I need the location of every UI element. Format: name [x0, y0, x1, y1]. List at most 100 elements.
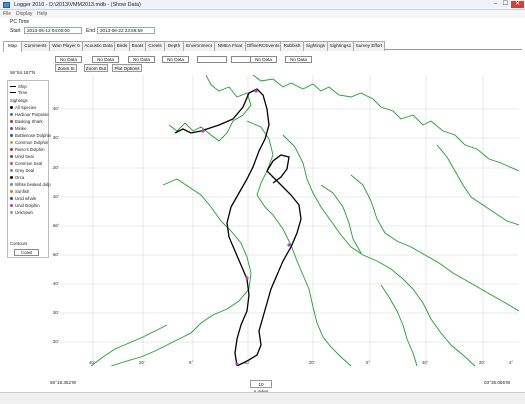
dot-icon: [10, 134, 13, 138]
dot-icon: [10, 155, 13, 159]
nodata-box: No Data: [92, 56, 119, 63]
tab-map[interactable]: Map: [3, 41, 22, 52]
dot-icon: [10, 197, 13, 201]
lon-tick-label: 5°: [366, 360, 371, 365]
legend-item[interactable]: Risso's Dolphin: [10, 147, 44, 152]
legend-item[interactable]: Unknown: [10, 210, 33, 215]
legend-label: White beaked dolp.: [15, 182, 52, 187]
map-canvas[interactable]: [51, 74, 520, 367]
dot-icon: [10, 169, 13, 173]
nodata-box: No Data: [250, 56, 277, 63]
legend-item[interactable]: Unid Seal: [10, 154, 34, 159]
title-bar: Logger 2010 - D:\2013\VMM2013.mdb - (Sho…: [0, 0, 525, 10]
legend-item[interactable]: Minke: [10, 126, 26, 131]
map-panel[interactable]: 40' 30' 20' 10' 56° 50' 40' 30' 20' 40' …: [51, 74, 520, 367]
sighting-markers: [201, 89, 291, 366]
zoom-in-button[interactable]: Zoom In: [55, 64, 77, 72]
nodata-box: No Data: [162, 56, 189, 63]
tab-sightings[interactable]: Sightings: [303, 41, 328, 51]
legend-item[interactable]: Unid Dolphin: [10, 203, 40, 208]
lon-tick-label: 4°: [509, 360, 514, 365]
close-button[interactable]: ✕: [511, 1, 524, 8]
window-title: Logger 2010 - D:\2013\VMM2013.mdb - (Sho…: [14, 2, 141, 8]
legend-item[interactable]: Orca: [10, 175, 24, 180]
legend-item[interactable]: All Species: [10, 105, 36, 110]
legend-label: Sightings: [10, 98, 28, 103]
maximize-button[interactable]: ☐: [501, 1, 510, 8]
menu-bar: File Display Help: [0, 10, 525, 18]
menu-display[interactable]: Display: [16, 11, 32, 17]
lat-tick-label: 56°: [53, 223, 60, 228]
legend-heading: Sightings: [10, 98, 28, 103]
legend-item[interactable]: Bottlenose Dolphin: [10, 133, 51, 138]
legend-label: Orca: [15, 175, 25, 180]
legend-label: Basking Shark: [15, 119, 43, 124]
menu-help[interactable]: Help: [37, 11, 47, 17]
lon-tick-label: 20': [139, 360, 145, 365]
start-time-field[interactable]: 2013-06-12 04:00:00: [24, 27, 82, 34]
menu-file[interactable]: File: [3, 11, 11, 17]
lat-tick-label: 30': [53, 310, 59, 315]
lat-tick-label: 40': [53, 106, 59, 111]
tab-birds[interactable]: Birds: [114, 41, 130, 51]
plot-options-button[interactable]: Plot Options: [112, 64, 142, 72]
dot-icon: [10, 120, 13, 124]
legend-item[interactable]: Harbour Porpoise: [10, 112, 49, 117]
dot-icon: [10, 127, 13, 131]
legend-item[interactable]: White beaked dolp.: [10, 182, 52, 187]
status-bar: [0, 392, 525, 404]
dot-icon: [10, 113, 13, 117]
bottom-left-coordinate: 56°18.352'W: [50, 380, 77, 385]
legend-label: Unknown: [15, 210, 33, 215]
legend-item[interactable]: Common Seal: [10, 161, 42, 166]
lon-tick-label: 40': [89, 360, 95, 365]
tab-creels[interactable]: Creels: [145, 41, 165, 51]
legend-item: Time: [10, 90, 27, 95]
line-swatch: [10, 86, 16, 88]
legend-item[interactable]: Common Dolphin: [10, 140, 48, 145]
dot-icon: [10, 141, 13, 145]
tab-depth[interactable]: Depth: [164, 41, 184, 51]
end-label: End: [86, 28, 95, 34]
legend-label: Unid Seal: [15, 154, 34, 159]
legend-label: Common Dolphin: [15, 140, 49, 145]
lat-tick-label: 50': [53, 252, 59, 257]
legend-label: Harbour Porpoise: [15, 112, 49, 117]
legend-panel: Ship Time Sightings All Species Harbour …: [7, 80, 52, 258]
legend-label: Bottlenose Dolphin: [15, 133, 52, 138]
legend-item[interactable]: Basking Shark: [10, 119, 43, 124]
legend-item[interactable]: Unid whale: [10, 196, 36, 201]
empty-box: [197, 56, 227, 63]
tab-nmea-float[interactable]: NMEA Float: [214, 41, 246, 51]
legend-label: Common Seal: [15, 161, 43, 166]
legend-label: Grey Seal: [15, 168, 35, 173]
tab-survey-effort[interactable]: Survey Effort: [353, 41, 385, 51]
pc-time-label: PC Time: [10, 19, 30, 25]
end-time-field[interactable]: 2013-06-22 23:59:59: [97, 27, 155, 34]
legend-label: All Species: [15, 105, 37, 110]
lon-tick-label: 40': [244, 360, 250, 365]
dot-icon: [10, 183, 13, 187]
top-latitude-label: 56°54.187'N: [10, 70, 36, 75]
zoom-out-button[interactable]: Zoom Out: [84, 64, 108, 72]
scale-bar: 10 n.miles: [250, 380, 272, 394]
minimize-button[interactable]: –: [491, 1, 500, 8]
tab-offline-rc-events[interactable]: OffineRCEvents: [245, 41, 281, 51]
tab-rubbish[interactable]: Rubbish: [280, 41, 304, 51]
tab-comments[interactable]: Comments: [21, 41, 50, 51]
tab-acoustic-data[interactable]: Acoustic Data: [82, 41, 115, 51]
coastline: [90, 74, 520, 367]
contour-coast-toggle[interactable]: Coast: [14, 249, 40, 256]
legend-item[interactable]: Grey Seal: [10, 168, 34, 173]
lat-tick-label: 30': [53, 135, 59, 140]
legend-item: Ship: [10, 84, 27, 89]
tab-boats[interactable]: Boats: [129, 41, 146, 51]
tab-environment[interactable]: Environment: [183, 41, 215, 51]
lat-tick-label: 20': [53, 165, 59, 170]
dot-icon: [10, 211, 13, 215]
tab-sightings1[interactable]: Sightings1: [327, 41, 354, 51]
bottom-right-coordinate: 03°36.055'W: [484, 380, 511, 385]
lat-tick-label: 20': [53, 339, 59, 344]
tab-wan-player[interactable]: Wan Player 0: [49, 41, 83, 51]
legend-item[interactable]: Sunfish: [10, 189, 29, 194]
